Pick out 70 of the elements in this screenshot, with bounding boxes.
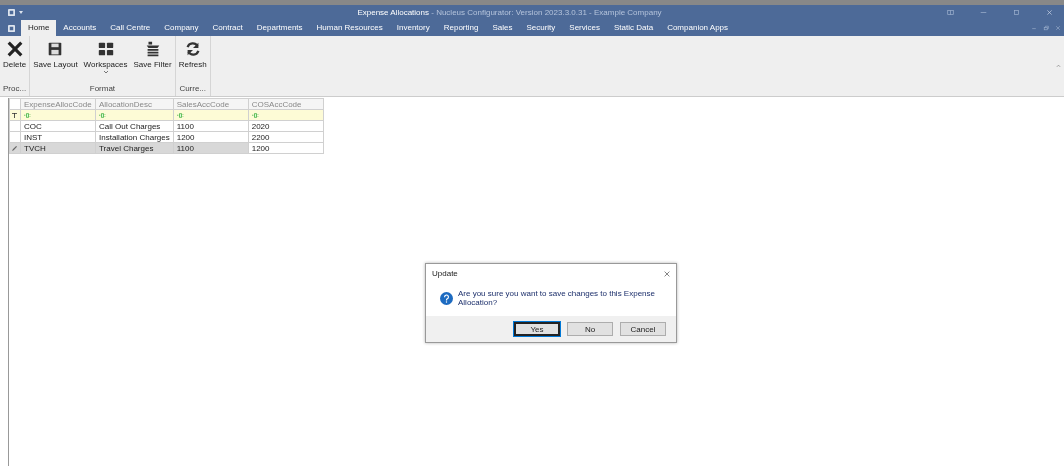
close-icon[interactable] [1055, 25, 1061, 31]
ribbon-tab[interactable]: Call Centre [103, 20, 158, 36]
table-cell: Call Out Charges [95, 120, 174, 132]
caret-icon [102, 70, 109, 74]
ribbon-tab[interactable]: Reporting [436, 20, 486, 36]
table-cell: COC [20, 120, 96, 132]
caret-icon[interactable] [19, 11, 23, 14]
filter-icon [12, 112, 17, 118]
group-label: Proc... [2, 84, 28, 95]
ribbon-tab[interactable]: Security [519, 20, 563, 36]
ribbon-button[interactable]: Save Filter [130, 40, 175, 69]
app-icon[interactable] [8, 24, 15, 32]
ribbon-tab[interactable]: Company [157, 20, 206, 36]
collapse-icon[interactable] [1056, 64, 1061, 68]
table-cell: Installation Charges [95, 131, 174, 143]
filter-cell[interactable] [248, 109, 324, 121]
table-cell: INST [20, 131, 96, 143]
dialog-message: Are you sure you want to save changes to this Expense Allocation? [458, 289, 656, 307]
group-label: Format [88, 84, 117, 95]
ribbon-button[interactable]: Workspaces [80, 40, 131, 74]
table-cell: Travel Charges [95, 142, 174, 154]
app-icon[interactable] [8, 9, 15, 16]
filter-condition-icon [176, 112, 184, 118]
filter-condition-icon [251, 112, 259, 118]
column-header[interactable]: ExpenseAllocCode [20, 98, 96, 110]
filter-cell[interactable] [20, 109, 96, 121]
minimize-icon[interactable] [1031, 25, 1037, 31]
ribbon-tab[interactable]: Services [562, 20, 607, 36]
dialog-button[interactable]: Cancel [620, 322, 666, 336]
restore-icon[interactable] [1043, 25, 1049, 31]
table-cell: 2200 [248, 131, 324, 143]
table-cell: TVCH [20, 142, 96, 154]
table-cell: 1200 [248, 142, 324, 154]
group-label: Curre... [178, 84, 208, 95]
ribbon-tab[interactable]: Accounts [56, 20, 104, 36]
column-header[interactable]: SalesAccCode [173, 98, 249, 110]
restore-layout-icon[interactable] [947, 9, 954, 16]
close-icon[interactable] [664, 270, 670, 277]
filter-cell[interactable] [173, 109, 249, 121]
ribbon-tab[interactable]: Departments [249, 20, 310, 36]
ribbon-tab[interactable]: Sales [485, 20, 520, 36]
ribbon-tab[interactable]: Contract [205, 20, 250, 36]
pencil-icon [12, 145, 17, 151]
table-cell: 1100 [173, 142, 249, 154]
ribbon-tab[interactable]: Static Data [607, 20, 661, 36]
ribbon-button[interactable]: Save Layout [30, 40, 81, 69]
ribbon-button[interactable]: Delete [0, 40, 30, 69]
dialog-title: Update [432, 269, 458, 278]
filter-condition-icon [99, 112, 106, 118]
table-cell: 1100 [173, 120, 249, 132]
ribbon-tab[interactable]: Inventory [389, 20, 437, 36]
table-cell: 1200 [173, 131, 249, 143]
ribbon-tab[interactable]: Human Resources [309, 20, 390, 36]
ribbon-tab[interactable]: Companion Apps [660, 20, 736, 36]
column-header[interactable]: COSAccCode [248, 98, 324, 110]
window-title: Expense Allocations [357, 8, 429, 17]
maximize-icon[interactable] [1013, 9, 1020, 16]
ribbon-tab[interactable]: Home [21, 20, 57, 36]
close-icon [5, 40, 24, 58]
dialog-button[interactable]: No [567, 322, 613, 336]
minimize-icon[interactable] [980, 9, 987, 16]
window-subtitle: - Nucleus Configurator: Version 2023.3.0.31 - Example Company [430, 8, 662, 17]
filter-condition-icon [24, 112, 31, 118]
dialog-button[interactable]: Yes [514, 322, 560, 336]
question-icon [440, 291, 453, 305]
table-cell: 2020 [248, 120, 324, 132]
filter-cell[interactable] [95, 109, 174, 121]
grid-icon [96, 40, 115, 58]
ribbon-button[interactable]: Refresh [175, 40, 210, 69]
column-header[interactable]: AllocationDesc [95, 98, 174, 110]
